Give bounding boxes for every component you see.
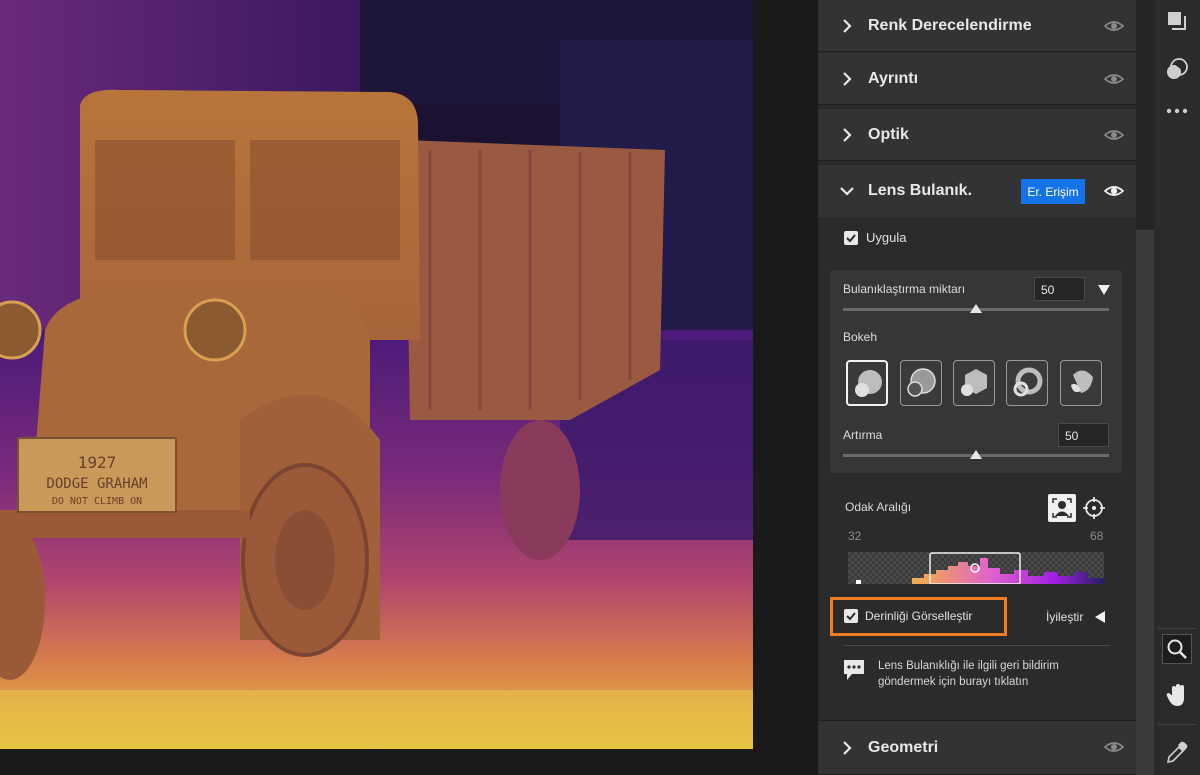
section-title: Renk Derecelendirme xyxy=(868,16,1032,34)
divider xyxy=(844,645,1110,646)
bokeh-label: Bokeh xyxy=(843,330,878,344)
section-detail[interactable]: Ayrıntı xyxy=(818,53,1136,105)
depth-histogram[interactable] xyxy=(848,552,1104,585)
plate-warning: DO NOT CLIMB ON xyxy=(52,496,142,507)
section-title: Lens Bulanık. xyxy=(868,182,973,199)
eyedropper-icon[interactable] xyxy=(1162,738,1192,768)
blur-settings-box: Bulanıklaştırma miktarı 50 Bokeh Artırma… xyxy=(830,270,1122,473)
toolbar-divider xyxy=(1158,724,1196,725)
eye-icon[interactable] xyxy=(1103,69,1125,89)
panel-scrollbar-thumb[interactable] xyxy=(1136,230,1154,775)
triangle-left-icon xyxy=(1095,611,1106,623)
feedback-text-line1: Lens Bulanıklığı ile ilgili geri bildiri… xyxy=(878,660,1059,672)
collapse-triangle-icon[interactable] xyxy=(1098,281,1110,300)
eye-icon[interactable] xyxy=(1103,181,1125,201)
focus-max-value: 68 xyxy=(1090,529,1104,543)
chevron-right-icon xyxy=(840,18,854,33)
feedback-text-line2: göndermek için burayı tıklatın xyxy=(878,676,1029,688)
toolbar-divider xyxy=(1158,628,1196,629)
eye-icon[interactable] xyxy=(1103,125,1125,145)
hand-icon[interactable] xyxy=(1162,680,1192,710)
feedback-link[interactable]: Lens Bulanıklığı ile ilgili geri bildiri… xyxy=(842,658,1059,690)
eye-icon[interactable] xyxy=(1103,737,1125,757)
section-title: Geometri xyxy=(868,738,939,756)
zoom-icon[interactable] xyxy=(1162,634,1192,664)
boost-slider-thumb[interactable] xyxy=(970,450,982,459)
feedback-icon xyxy=(842,658,866,686)
apply-checkbox[interactable] xyxy=(844,230,858,245)
section-color-grading[interactable]: Renk Derecelendirme xyxy=(818,0,1136,52)
focus-range-label: Odak Aralığı xyxy=(845,500,912,514)
bokeh-bubble-button[interactable] xyxy=(900,360,942,406)
boost-input[interactable]: 50 xyxy=(1058,423,1109,447)
chevron-right-icon xyxy=(840,740,854,755)
blur-amount-slider-thumb[interactable] xyxy=(970,304,982,313)
bokeh-blade-icon xyxy=(961,369,987,396)
lens-blur-panel: Uygula Bulanıklaştırma miktarı 50 Bokeh xyxy=(818,218,1136,718)
section-geometry[interactable]: Geometri xyxy=(818,720,1136,775)
eye-icon[interactable] xyxy=(1103,16,1125,36)
plate-make: DODGE GRAHAM xyxy=(46,476,147,492)
photo-canvas[interactable]: 1927 DODGE GRAHAM DO NOT CLIMB ON xyxy=(0,0,818,775)
chevron-right-icon xyxy=(840,71,854,86)
bokeh-cateye-button[interactable] xyxy=(1060,360,1102,406)
bokeh-circle-button[interactable] xyxy=(846,360,888,406)
masking-icon[interactable] xyxy=(1162,54,1192,84)
section-title: Optik xyxy=(868,125,909,143)
early-access-badge: Er. Erişim xyxy=(1021,179,1085,204)
depth-visualization: 1927 DODGE GRAHAM DO NOT CLIMB ON xyxy=(0,0,753,749)
bokeh-ring-button[interactable] xyxy=(1006,360,1048,406)
visualize-depth-highlight xyxy=(830,597,1007,636)
bokeh-bubble-icon xyxy=(907,368,936,397)
bokeh-cateye-icon xyxy=(1071,370,1093,393)
section-optics[interactable]: Optik xyxy=(818,109,1136,161)
depth-map-photo[interactable]: 1927 DODGE GRAHAM DO NOT CLIMB ON xyxy=(0,0,753,749)
blur-amount-input[interactable]: 50 xyxy=(1034,277,1085,301)
apply-row[interactable]: Uygula xyxy=(844,230,906,245)
layers-icon[interactable] xyxy=(1162,6,1192,36)
bokeh-circle-icon xyxy=(855,370,882,397)
section-lens-blur[interactable]: Lens Bulanık. Er. Erişim xyxy=(818,165,1136,217)
right-toolbar xyxy=(1154,0,1200,775)
refine-toggle[interactable]: İyileştir xyxy=(1046,610,1106,624)
target-icon[interactable] xyxy=(1082,496,1106,524)
subject-focus-icon[interactable] xyxy=(1048,494,1076,522)
bokeh-blade-button[interactable] xyxy=(953,360,995,406)
apply-label: Uygula xyxy=(866,230,907,245)
focus-min-value: 32 xyxy=(848,529,862,543)
refine-label: İyileştir xyxy=(1046,610,1084,624)
bokeh-ring-icon xyxy=(1013,367,1043,397)
edit-panel: Renk Derecelendirme Ayrıntı Optik Lens B… xyxy=(818,0,1136,775)
boost-label: Artırma xyxy=(843,428,883,442)
more-icon[interactable] xyxy=(1162,96,1192,126)
plate-year: 1927 xyxy=(78,453,117,472)
chevron-down-icon xyxy=(840,184,854,198)
chevron-right-icon xyxy=(840,127,854,142)
blur-amount-label: Bulanıklaştırma miktarı xyxy=(843,282,966,296)
section-title: Ayrıntı xyxy=(868,69,919,87)
